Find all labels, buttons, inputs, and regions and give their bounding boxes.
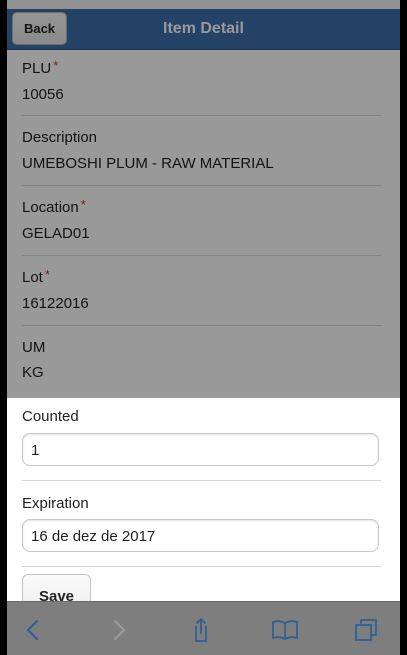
app-screen: Item Detail Back PLU * 10056 Description … [7,0,400,655]
browser-toolbar [7,601,400,655]
back-arrow-icon[interactable] [19,616,47,644]
dim-overlay [7,0,400,398]
expiration-label: Expiration [22,495,89,512]
expiration-input[interactable]: 16 de dez de 2017 [22,519,379,552]
counted-input[interactable]: 1 [22,433,379,466]
counted-label: Counted [22,408,79,425]
share-icon[interactable] [187,616,215,644]
forward-arrow-icon[interactable] [105,616,133,644]
tabs-icon[interactable] [353,616,381,644]
bookmarks-icon[interactable] [271,616,299,644]
